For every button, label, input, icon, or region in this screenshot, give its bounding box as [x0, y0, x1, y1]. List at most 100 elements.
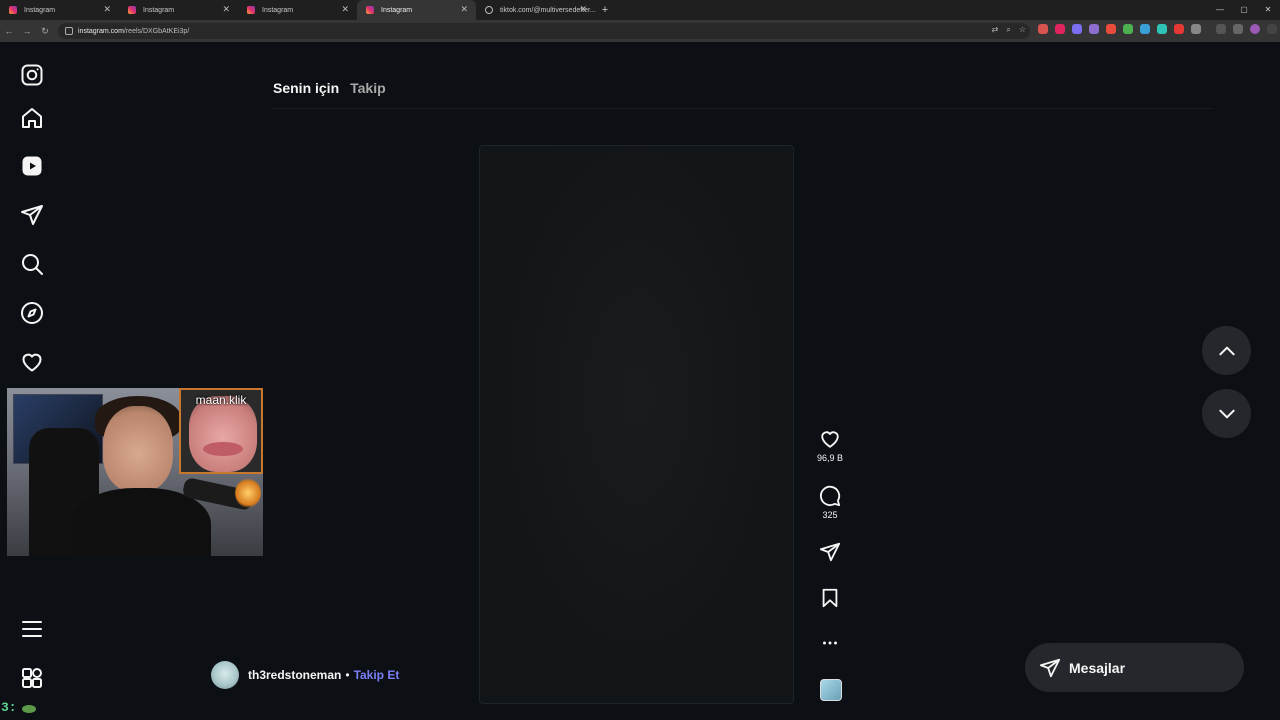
address-bar[interactable]: instagram.com/reels/DXGbAtKEi3p/ ⇄ ⌕ ☆	[58, 23, 1030, 39]
instagram-logo-icon[interactable]	[20, 63, 44, 87]
turtle-icon	[22, 705, 36, 713]
inset-lips	[203, 442, 243, 456]
profile-avatar[interactable]	[1250, 24, 1260, 34]
home-icon[interactable]	[20, 106, 44, 130]
search-icon[interactable]	[20, 252, 44, 276]
share-icon[interactable]	[819, 541, 841, 563]
like-heart-icon[interactable]	[819, 428, 841, 450]
previous-reel-button[interactable]	[1202, 326, 1251, 375]
extension-icon[interactable]	[1174, 24, 1184, 34]
forward-icon[interactable]: →	[18, 26, 36, 36]
media-icon[interactable]	[1233, 24, 1243, 34]
window-controls: — ▢ ✕	[1208, 0, 1280, 20]
close-tab-icon[interactable]: ✕	[579, 4, 587, 15]
feed-tabs: Senin için Takip	[273, 80, 386, 96]
direct-icon[interactable]	[20, 203, 44, 227]
back-icon[interactable]: ←	[0, 26, 18, 36]
extension-icon[interactable]	[1038, 24, 1048, 34]
download-icon[interactable]	[1216, 24, 1226, 34]
tab-title: Instagram	[381, 6, 413, 14]
feed-divider	[272, 108, 1212, 109]
instagram-favicon-icon	[366, 6, 374, 14]
minimize-icon[interactable]: —	[1208, 0, 1232, 20]
kebab-menu-icon[interactable]	[1267, 24, 1277, 34]
extension-icon[interactable]	[1157, 24, 1167, 34]
separator-dot: •	[345, 668, 350, 682]
reload-icon[interactable]: ↻	[36, 26, 54, 37]
messages-button[interactable]: Mesajlar	[1025, 643, 1244, 692]
webcam-overlay: maan.klik	[7, 388, 263, 556]
next-reel-button[interactable]	[1202, 389, 1251, 438]
close-tab-icon[interactable]: ✕	[460, 4, 468, 15]
url-path: /reels/DXGbAtKEi3p/	[123, 27, 190, 35]
share-action	[810, 541, 850, 563]
zoom-icon[interactable]: ⌕	[1006, 25, 1010, 35]
more-action	[810, 632, 850, 654]
browser-tab[interactable]: Instagram ✕	[238, 0, 357, 20]
more-apps-icon[interactable]	[20, 666, 44, 690]
direct-icon	[1039, 658, 1061, 677]
close-tab-icon[interactable]: ✕	[103, 4, 111, 15]
reels-icon[interactable]	[20, 154, 44, 178]
reel-author: th3redstoneman • Takip Et	[211, 661, 399, 689]
like-action: 96,9 B	[810, 428, 850, 463]
extension-icon[interactable]	[1072, 24, 1082, 34]
inset-face	[189, 396, 257, 472]
browser-tab[interactable]: tiktok.com/@multiversedefter... ✕	[476, 0, 596, 20]
reel-video[interactable]	[479, 145, 794, 704]
browser-tab[interactable]: Instagram ✕	[119, 0, 238, 20]
maximize-icon[interactable]: ▢	[1232, 0, 1256, 20]
close-window-icon[interactable]: ✕	[1256, 0, 1280, 20]
tab-title: Instagram	[262, 6, 294, 14]
tab-for-you[interactable]: Senin için	[273, 80, 339, 96]
author-avatar[interactable]	[211, 661, 239, 689]
browser-tab-active[interactable]: Instagram ✕	[357, 0, 476, 20]
globe-favicon-icon	[485, 6, 493, 14]
puzzle-icon[interactable]	[1191, 24, 1201, 34]
extension-icon[interactable]	[1089, 24, 1099, 34]
instagram-favicon-icon	[247, 6, 255, 14]
corner-overlay-text: 3:	[1, 700, 17, 715]
lamp-glow	[235, 478, 261, 508]
tab-following[interactable]: Takip	[350, 80, 386, 96]
follow-button[interactable]: Takip Et	[354, 668, 400, 682]
address-bar-actions: ⇄ ⌕ ☆	[992, 25, 1026, 35]
save-action	[810, 587, 850, 609]
extension-icon[interactable]	[1055, 24, 1065, 34]
extension-icon[interactable]	[1140, 24, 1150, 34]
extensions-bar	[1038, 24, 1277, 34]
site-info-icon[interactable]	[65, 27, 73, 35]
instagram-sidebar	[0, 42, 64, 720]
translate-icon[interactable]: ⇄	[992, 25, 999, 35]
instagram-favicon-icon	[9, 6, 17, 14]
chevron-up-icon	[1218, 346, 1235, 355]
tab-title: Instagram	[24, 6, 56, 14]
instagram-favicon-icon	[128, 6, 136, 14]
close-tab-icon[interactable]: ✕	[341, 4, 349, 15]
menu-icon[interactable]	[20, 617, 44, 641]
audio-thumbnail[interactable]	[820, 679, 842, 701]
browser-toolbar: ← → ↻ instagram.com/reels/DXGbAtKEi3p/ ⇄…	[0, 20, 1280, 42]
extension-icon[interactable]	[1123, 24, 1133, 34]
url-host: instagram.com	[78, 27, 124, 35]
extension-icon[interactable]	[1106, 24, 1116, 34]
like-count[interactable]: 96,9 B	[810, 453, 850, 463]
author-username[interactable]: th3redstoneman	[248, 668, 341, 682]
webcam-face	[103, 406, 173, 492]
new-tab-button[interactable]: +	[595, 4, 615, 16]
close-tab-icon[interactable]: ✕	[222, 4, 230, 15]
comment-icon[interactable]	[819, 485, 841, 507]
browser-tab-strip: Instagram ✕ Instagram ✕ Instagram ✕ Instagr…	[0, 0, 1280, 20]
explore-icon[interactable]	[20, 301, 44, 325]
webcam-inset: maan.klik	[179, 388, 263, 474]
browser-tab[interactable]: Instagram ✕	[0, 0, 119, 20]
bookmark-icon[interactable]	[819, 587, 841, 609]
inset-label: maan.klik	[195, 393, 247, 407]
bookmark-star-icon[interactable]: ☆	[1019, 25, 1026, 35]
comment-count: 325	[822, 510, 838, 520]
more-dots-icon[interactable]	[819, 632, 841, 654]
messages-label: Mesajlar	[1069, 659, 1126, 676]
heart-icon[interactable]	[20, 350, 44, 374]
chevron-down-icon	[1218, 409, 1235, 418]
tab-title: Instagram	[143, 6, 175, 14]
